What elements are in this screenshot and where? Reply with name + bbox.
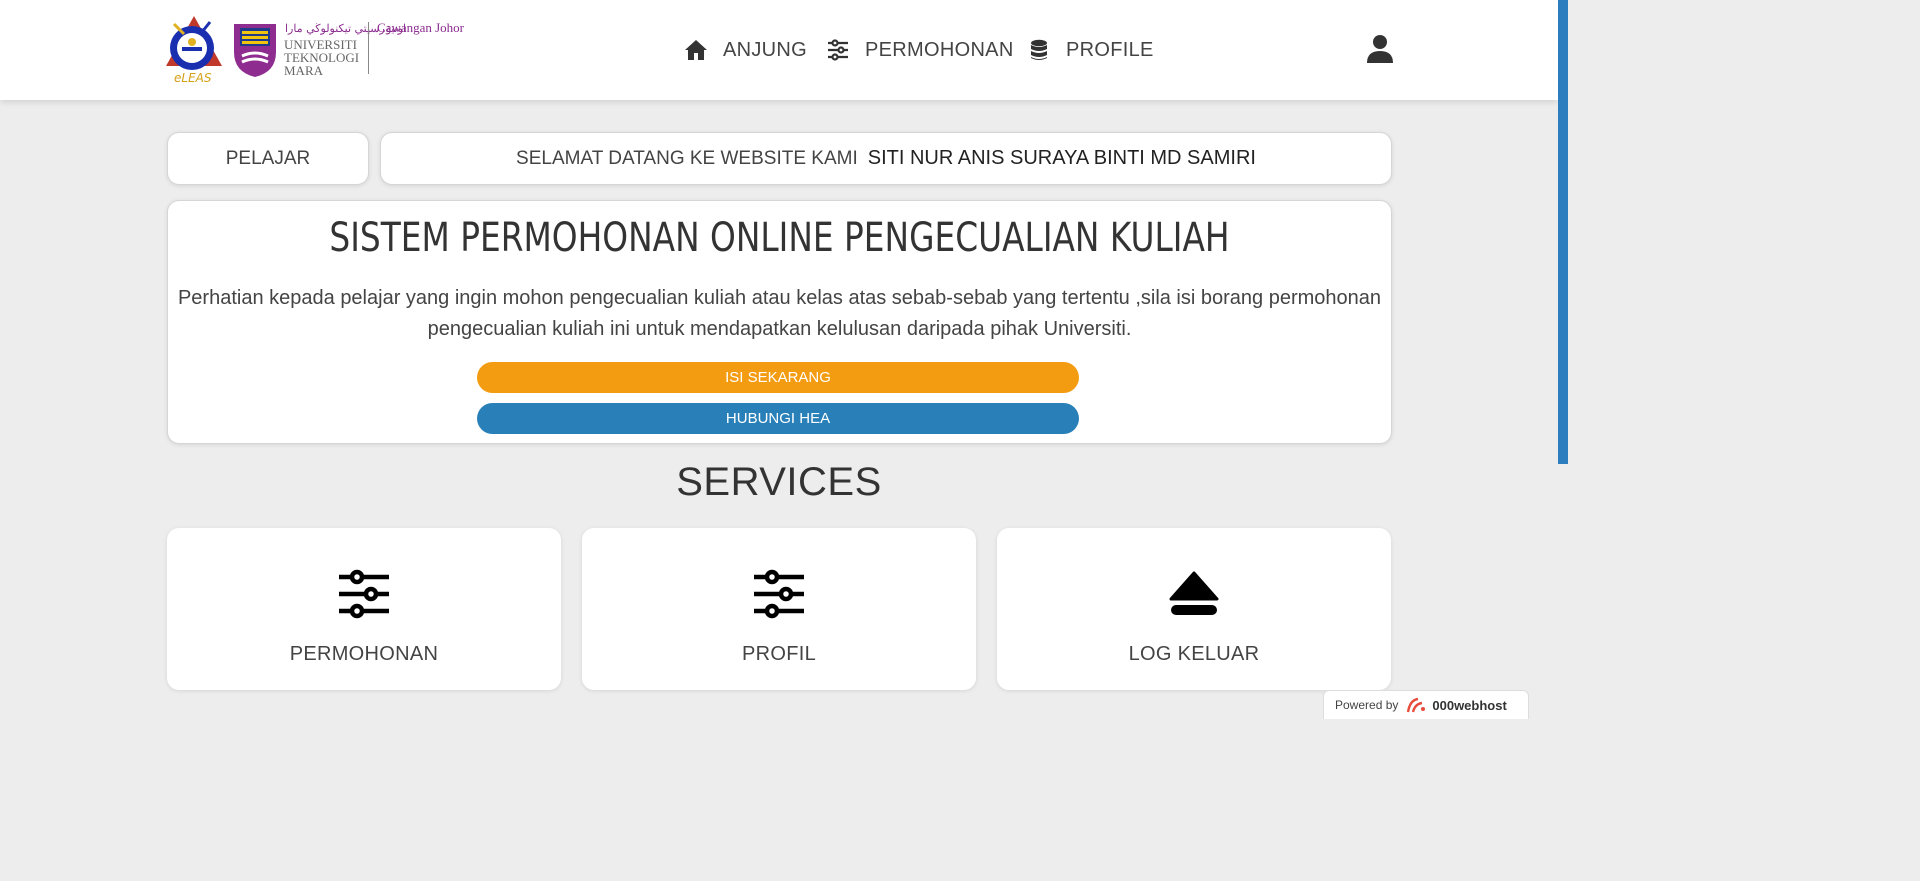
webhost-logo-icon — [1407, 697, 1426, 713]
service-card-log-keluar[interactable]: LOG KELUAR — [997, 528, 1391, 690]
hero-panel: SISTEM PERMOHONAN ONLINE PENGECUALIAN KU… — [167, 200, 1392, 444]
campus-label: Cawangan Johor — [377, 20, 465, 35]
eject-icon — [1169, 571, 1219, 615]
nav-profile[interactable]: PROFILE — [1027, 36, 1154, 64]
nav-anjung-label: ANJUNG — [723, 38, 808, 61]
nav-permohonan[interactable]: PERMOHONAN — [826, 36, 1014, 64]
eleas-logo[interactable]: eLEAS — [164, 14, 224, 86]
uitm-wordmark: UNIVERSITI TEKNOLOGI MARA — [284, 37, 360, 78]
welcome-text: SELAMAT DATANG KE WEBSITE KAMI — [516, 147, 858, 169]
webhost-brand: 000webhost — [1432, 697, 1507, 713]
nav-anjung[interactable]: ANJUNG — [684, 36, 807, 64]
role-badge: PELAJAR — [167, 132, 369, 185]
service-label: PROFIL — [741, 643, 817, 665]
uitm-crest-logo — [234, 24, 276, 77]
svg-text:eLEAS: eLEAS — [174, 71, 212, 85]
service-label: PERMOHONAN — [289, 643, 439, 665]
user-icon[interactable] — [1366, 34, 1394, 64]
nav-permohonan-label: PERMOHONAN — [865, 38, 1014, 61]
services-heading: SERVICES — [676, 460, 882, 504]
logo-divider — [368, 22, 369, 74]
hubungi-hea-button[interactable]: HUBUNGI HEA — [477, 403, 1079, 434]
service-label: LOG KELUAR — [1128, 643, 1260, 665]
powered-by-badge[interactable]: Powered by 000webhost — [1323, 690, 1529, 719]
nav-profile-label: PROFILE — [1066, 38, 1154, 61]
sliders-icon — [754, 569, 804, 619]
scrollbar-thumb[interactable] — [1558, 0, 1568, 464]
welcome-bar: SELAMAT DATANG KE WEBSITE KAMI SITI NUR … — [380, 132, 1392, 185]
sliders-icon — [339, 569, 389, 619]
page-title: SISTEM PERMOHONAN ONLINE PENGECUALIAN KU… — [329, 215, 1230, 261]
service-card-permohonan[interactable]: PERMOHONAN — [167, 528, 561, 690]
sliders-icon — [828, 39, 848, 61]
isi-sekarang-button[interactable]: ISI SEKARANG — [477, 362, 1079, 393]
database-icon — [1031, 39, 1047, 60]
hero-description: Perhatian kepada pelajar yang ingin moho… — [177, 287, 1382, 340]
home-icon — [685, 40, 707, 60]
top-header: eLEAS اونيۏرسيتي تيكنولوڬي مارا UNIVERSI… — [0, 0, 1558, 100]
powered-by-text: Powered by — [1335, 698, 1399, 712]
user-name: SITI NUR ANIS SURAYA BINTI MD SAMIRI — [867, 147, 1256, 169]
service-card-profil[interactable]: PROFIL — [582, 528, 976, 690]
